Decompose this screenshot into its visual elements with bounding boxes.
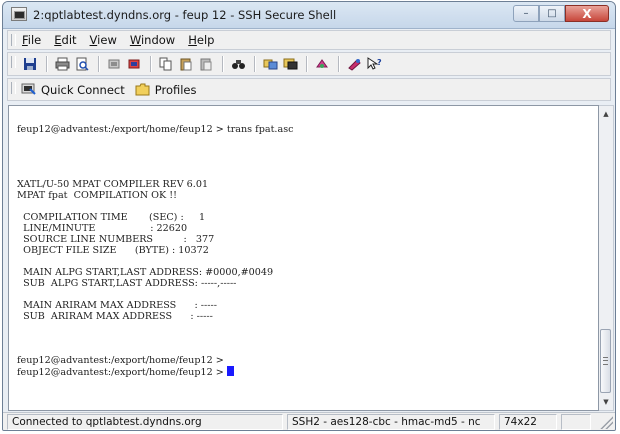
terminal-scrollbar[interactable]: ▲ ▼ (599, 105, 614, 411)
settings-icon[interactable] (313, 55, 331, 73)
menu-help[interactable]: Help (188, 33, 214, 47)
quick-connect-label: Quick Connect (41, 82, 125, 97)
menu-window[interactable]: Window (130, 33, 175, 47)
menu-bar: File Edit View Window Help (7, 30, 611, 50)
terminal-line: SOURCE LINE NUMBERS : 377 (17, 234, 215, 245)
toolbar-separator (306, 56, 308, 72)
scrollbar-grip-icon (603, 357, 608, 365)
terminal-cursor (226, 366, 234, 376)
terminal-line: feup12@advantest:/export/home/feup12 > (17, 355, 224, 366)
quickbar-grip-handle[interactable] (11, 82, 16, 94)
file-transfer-icon[interactable] (261, 55, 279, 73)
menu-file[interactable]: File (22, 33, 41, 47)
scroll-down-arrow-icon[interactable]: ▼ (599, 394, 613, 410)
reconnect-icon[interactable] (125, 55, 143, 73)
terminal-line: XATL/U-50 MPAT COMPILER REV 6.01 (17, 179, 209, 190)
terminal-line: MAIN ARIRAM MAX ADDRESS : ----- (17, 300, 217, 311)
ssh-client-window: 2:qptlabtest.dyndns.org - feup 12 - SSH … (2, 1, 616, 431)
window-title: 2:qptlabtest.dyndns.org - feup 12 - SSH … (33, 8, 337, 22)
terminal-line: MAIN ALPG START,LAST ADDRESS: #0000,#004… (17, 267, 274, 278)
menubar-grip-handle[interactable] (11, 34, 16, 46)
svg-text:?: ? (377, 58, 382, 67)
scrollbar-thumb[interactable] (600, 329, 611, 393)
terminal-line: MPAT fpat COMPILATION OK !! (17, 190, 177, 201)
window-controls: – □ X (513, 5, 609, 23)
terminal-text: feup12@advantest:/export/home/feup12 > t… (17, 124, 294, 378)
print-preview-icon[interactable] (73, 55, 91, 73)
quick-connect-button[interactable]: Quick Connect (21, 83, 125, 97)
terminal-line: LINE/MINUTE : 22620 (17, 223, 188, 234)
terminal-line: SUB ALPG START,LAST ADDRESS: -----,----- (17, 278, 237, 289)
new-terminal-icon[interactable] (281, 55, 299, 73)
toolbar-separator (338, 56, 340, 72)
encryption-icon[interactable] (345, 55, 363, 73)
minimize-button[interactable]: – (513, 5, 539, 22)
terminal-line: feup12@advantest:/export/home/feup12 > t… (17, 124, 294, 135)
status-cipher: SSH2 - aes128-cbc - hmac-md5 - nc (287, 414, 495, 430)
toolbar-grip-handle[interactable] (11, 56, 16, 68)
toolbar: ? (7, 52, 611, 76)
terminal-line: OBJECT FILE SIZE (BYTE) : 10372 (17, 245, 209, 256)
find-icon[interactable] (229, 55, 247, 73)
toolbar-separator (150, 56, 152, 72)
menu-view[interactable]: View (90, 33, 117, 47)
terminal-line: SUB ARIRAM MAX ADDRESS : ----- (17, 311, 213, 322)
scroll-up-arrow-icon[interactable]: ▲ (599, 106, 613, 122)
terminal-prompt-line: feup12@advantest:/export/home/feup12 > (17, 367, 227, 378)
status-terminal-size: 74x22 (499, 414, 557, 430)
terminal-line: COMPILATION TIME (SEC) : 1 (17, 212, 206, 223)
quick-connect-bar: Quick Connect Profiles (7, 78, 611, 101)
paste-icon[interactable] (177, 55, 195, 73)
paste-special-icon[interactable] (197, 55, 215, 73)
print-icon[interactable] (53, 55, 71, 73)
resize-grip-icon[interactable] (599, 415, 613, 429)
quick-connect-icon (21, 83, 36, 96)
profiles-label: Profiles (154, 82, 197, 97)
toolbar-separator (222, 56, 224, 72)
disconnect-icon[interactable] (105, 55, 123, 73)
help-icon[interactable]: ? (365, 55, 383, 73)
close-button[interactable]: X (565, 5, 609, 22)
terminal-output[interactable]: feup12@advantest:/export/home/feup12 > t… (8, 105, 599, 411)
toolbar-separator (254, 56, 256, 72)
status-bar: Connected to qptlabtest.dyndns.org SSH2 … (3, 412, 615, 430)
toolbar-separator (98, 56, 100, 72)
title-bar[interactable]: 2:qptlabtest.dyndns.org - feup 12 - SSH … (3, 2, 615, 29)
terminal-app-icon[interactable] (11, 7, 27, 21)
folder-icon (135, 83, 150, 96)
toolbar-separator (46, 56, 48, 72)
status-connection: Connected to qptlabtest.dyndns.org (7, 414, 283, 430)
menu-edit[interactable]: Edit (54, 33, 76, 47)
copy-icon[interactable] (157, 55, 175, 73)
status-indicator (561, 414, 591, 430)
save-icon[interactable] (21, 55, 39, 73)
profiles-button[interactable]: Profiles (135, 82, 197, 97)
maximize-button[interactable]: □ (539, 5, 565, 22)
